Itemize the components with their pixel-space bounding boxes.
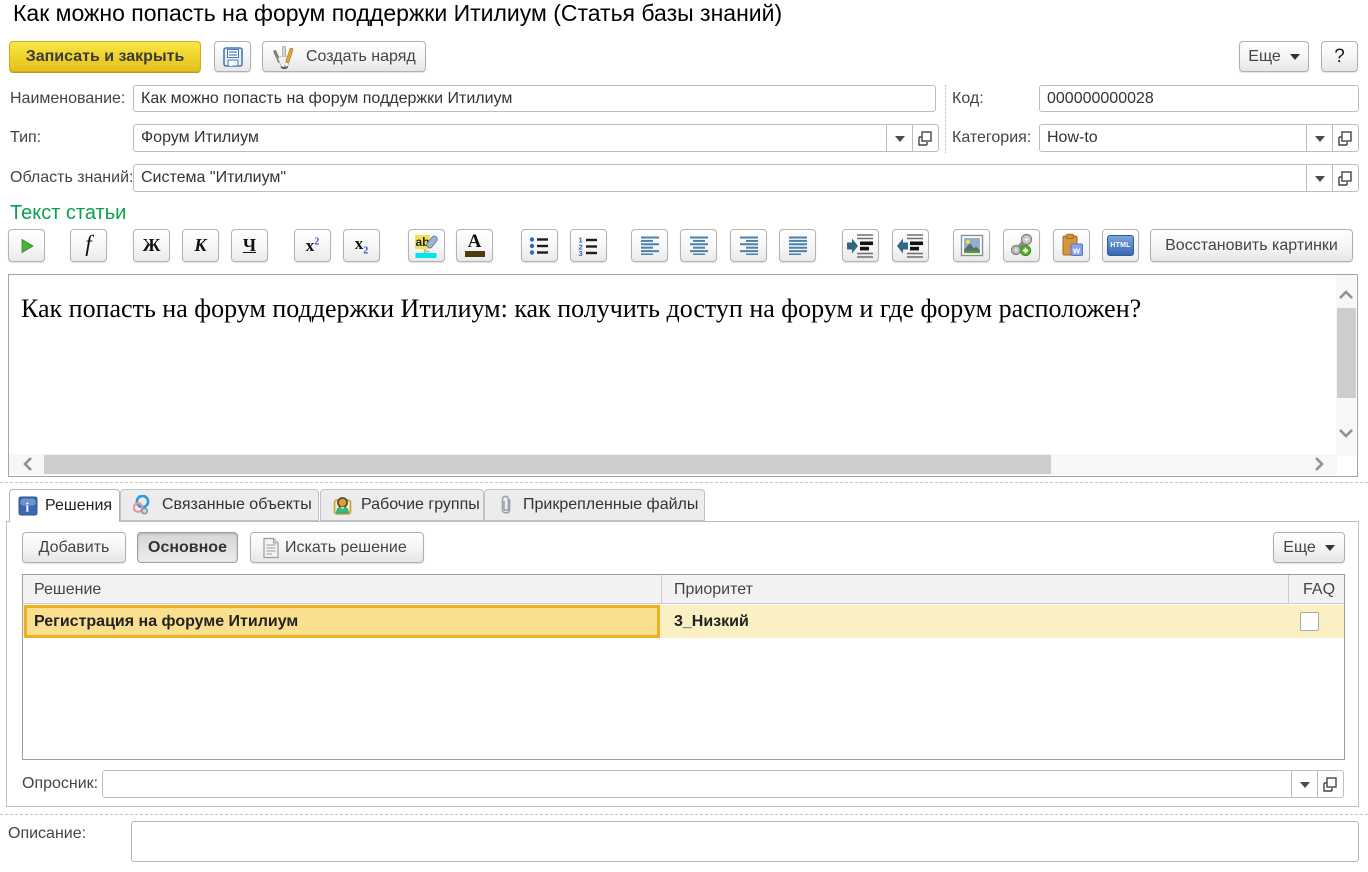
svg-text:w: w [1072,246,1081,256]
svg-text:i: i [26,500,30,515]
svg-text:3: 3 [578,249,582,256]
